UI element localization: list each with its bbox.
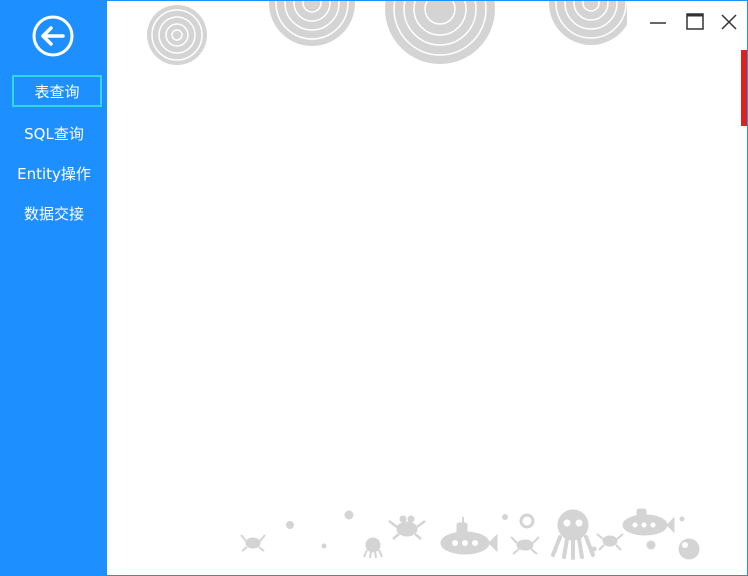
arrow-left-circle-icon [32, 15, 74, 57]
minimize-button[interactable] [647, 11, 669, 33]
sea-creatures-decoration [240, 508, 700, 560]
crab-icon [510, 536, 540, 555]
octopus-icon [551, 509, 595, 560]
scrollbar-thumb[interactable] [741, 50, 747, 126]
crab-icon [596, 533, 624, 551]
nav-item-label: SQL查询 [24, 124, 84, 143]
nav-item-entity-operations[interactable]: Entity操作 [1, 156, 107, 190]
back-button[interactable] [32, 15, 74, 57]
close-button[interactable] [718, 11, 740, 33]
submarine-icon [622, 508, 675, 536]
crab-icon [240, 534, 266, 552]
maximize-icon [686, 13, 704, 30]
nav-item-label: 表查询 [34, 82, 80, 101]
nav-item-table-query[interactable]: 表查询 [12, 75, 102, 107]
nav-item-label: Entity操作 [17, 164, 91, 183]
sidebar: 表查询 SQL查询 Entity操作 数据交接 [1, 1, 107, 575]
nav-item-sql-query[interactable]: SQL查询 [1, 116, 107, 150]
octopus-icon [363, 537, 383, 559]
nav-item-data-handover[interactable]: 数据交接 [1, 196, 107, 230]
close-icon [721, 14, 737, 30]
crab-icon [388, 515, 426, 540]
submarine-icon [440, 517, 498, 555]
content-area [107, 1, 747, 575]
app-window: 表查询 SQL查询 Entity操作 数据交接 [0, 0, 748, 576]
tree-ring-decoration [147, 1, 627, 65]
maximize-button[interactable] [684, 11, 706, 33]
nav-item-label: 数据交接 [23, 204, 84, 223]
